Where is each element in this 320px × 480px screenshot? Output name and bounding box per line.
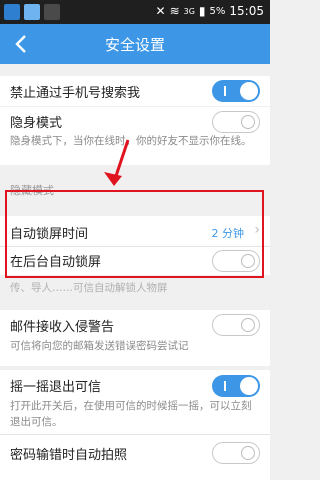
setting-row-mail-intrusion-alert[interactable]: 邮件接收入侵警告 可信将向您的邮箱发送错误密码尝试记 [0, 310, 270, 366]
highlight-box [5, 190, 264, 278]
battery-level: 5% [209, 5, 226, 17]
app-bar: 安全设置 [0, 24, 270, 64]
network-type: 3G [183, 6, 195, 16]
setting-label: 禁止通过手机号搜索我 [10, 86, 141, 101]
image-notification-icon [24, 4, 40, 20]
disable-phone-search-toggle[interactable] [212, 80, 260, 102]
page-title: 安全设置 [104, 36, 165, 54]
setting-description: 打开此开关后，在使用可信的时候摇一摇，可以立刻退出可信。 [10, 400, 252, 428]
stealth-mode-toggle[interactable] [212, 111, 260, 133]
wifi-icon: ≋ [169, 4, 180, 18]
usb-icon [44, 4, 60, 20]
shake-exit-toggle[interactable] [212, 375, 260, 397]
setting-row-shake-exit[interactable]: 摇一摇退出可信 打开此开关后，在使用可信的时候摇一摇，可以立刻退出可信。 [0, 370, 270, 434]
clock: 15:05 [229, 4, 264, 18]
setting-description: 隐身模式下，当你在线时，你的好友不显示你在线。 [10, 135, 252, 147]
setting-row-stealth-mode[interactable]: 隐身模式 隐身模式下，当你在线时，你的好友不显示你在线。 [0, 107, 270, 165]
setting-label: 隐身模式 [10, 116, 63, 131]
wrong-password-photo-toggle[interactable] [212, 442, 260, 464]
setting-label: 邮件接收入侵警告 [10, 320, 115, 335]
mute-icon: ✕ [155, 4, 166, 18]
mail-intrusion-alert-toggle[interactable] [212, 314, 260, 336]
app-notification-icon [4, 4, 20, 20]
setting-label: 密码输错时自动拍照 [10, 448, 128, 463]
setting-row-disable-phone-search[interactable]: 禁止通过手机号搜索我 [0, 76, 270, 106]
setting-label: 摇一摇退出可信 [10, 380, 102, 395]
signal-icon: ▮ [198, 4, 206, 18]
setting-row-wrong-password-photo[interactable]: 密码输错时自动拍照 [0, 435, 270, 480]
setting-description: 可信将向您的邮箱发送错误密码尝试记 [10, 340, 189, 352]
status-bar: ✕ ≋ 3G ▮ 5% 15:05 [0, 0, 270, 24]
hidden-row-caption: 传、导人……可信自动解锁人物屏 [10, 282, 168, 294]
